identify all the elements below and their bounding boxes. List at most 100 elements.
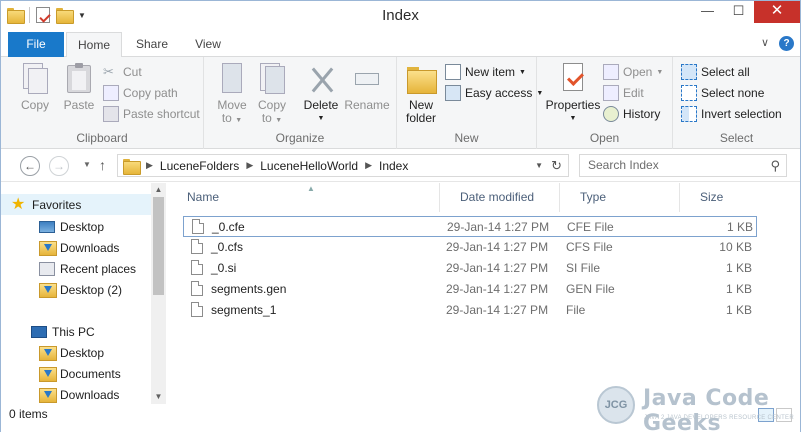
column-name-label: Name [187, 190, 220, 204]
file-type: File [566, 303, 586, 317]
open-dropdown-icon: ▼ [656, 68, 664, 76]
file-name-cell: _0.cfs [191, 239, 243, 254]
window-controls: — ☐ ✕ [692, 1, 800, 23]
refresh-icon[interactable]: ↻ [551, 158, 562, 174]
copy-label: Copy [20, 98, 49, 112]
group-organize: Move to ▼ Copy to ▼ Delete ▼ Rename Orga… [204, 57, 397, 149]
new-group-label: New [454, 131, 479, 145]
new-folder-button[interactable]: New folder [401, 63, 441, 125]
nav-item-favorites[interactable]: ★ Favorites [1, 194, 151, 215]
invert-selection-button[interactable]: Invert selection [681, 105, 782, 123]
forward-button[interactable]: → [49, 156, 69, 176]
address-bar[interactable]: ▶ LuceneFolders ▶ LuceneHelloWorld ▶ Ind… [117, 154, 569, 177]
easy-access-button[interactable]: Easy access ▼ [445, 84, 543, 102]
move-to-icon [216, 63, 248, 95]
computer-icon [31, 325, 47, 338]
nav-item-pc-downloads[interactable]: Downloads [1, 384, 151, 405]
new-item-button[interactable]: New item ▼ [445, 63, 526, 81]
search-input[interactable]: Search Index ⚲ [579, 154, 787, 177]
help-icon[interactable]: ? [779, 36, 794, 51]
copy-to-label-line2: to [261, 111, 272, 125]
file-size: 1 KB [725, 261, 752, 275]
chevron-right-icon[interactable]: ▶ [146, 160, 153, 171]
recent-places-icon [39, 261, 55, 276]
file-list: ▲ Name Date modified Type Size _0.cfe 29… [167, 183, 800, 404]
paste-shortcut-button[interactable]: Paste shortcut [103, 105, 200, 123]
tab-share[interactable]: Share [124, 32, 180, 57]
breadcrumb-index[interactable]: Index [379, 159, 408, 173]
nav-label-downloads: Downloads [60, 240, 120, 255]
open-button[interactable]: Open ▼ [603, 63, 663, 81]
select-none-icon [681, 85, 697, 101]
properties-check-icon [557, 63, 589, 95]
move-to-button[interactable]: Move to ▼ [212, 63, 252, 127]
scroll-up-icon[interactable]: ▲ [151, 185, 166, 194]
nav-item-pc-desktop[interactable]: Desktop [1, 342, 151, 363]
address-dropdown-icon[interactable]: ▼ [535, 161, 543, 170]
file-name: _0.si [211, 260, 237, 275]
history-button[interactable]: History [603, 105, 660, 123]
new-folder-big-icon [405, 63, 437, 95]
delete-button[interactable]: Delete ▼ [300, 63, 342, 125]
back-button[interactable]: ← [20, 156, 40, 176]
nav-item-recent-places[interactable]: Recent places [1, 258, 151, 279]
maximize-button[interactable]: ☐ [723, 1, 754, 23]
column-header-name[interactable]: ▲ Name [167, 183, 440, 212]
file-icon [191, 260, 203, 275]
title-bar: ▼ Index — ☐ ✕ [1, 1, 800, 32]
table-row[interactable]: _0.si 29-Jan-14 1:27 PM SI File 1 KB [183, 258, 757, 279]
rename-button[interactable]: Rename [342, 63, 392, 112]
nav-item-pc-documents[interactable]: Documents [1, 363, 151, 384]
paste-button[interactable]: Paste [57, 63, 101, 112]
column-header-date-modified[interactable]: Date modified [440, 183, 560, 212]
scrollbar-thumb[interactable] [153, 197, 164, 295]
file-size: 1 KB [726, 220, 753, 234]
nav-item-desktop[interactable]: Desktop [1, 216, 151, 237]
table-row[interactable]: segments.gen 29-Jan-14 1:27 PM GEN File … [183, 279, 757, 300]
chevron-right-icon[interactable]: ▶ [365, 160, 372, 171]
edit-button[interactable]: Edit [603, 84, 644, 102]
copy-path-button[interactable]: Copy path [103, 84, 178, 102]
search-icon[interactable]: ⚲ [770, 155, 780, 176]
nav-item-downloads[interactable]: Downloads [1, 237, 151, 258]
table-row[interactable]: _0.cfe 29-Jan-14 1:27 PM CFE File 1 KB [183, 216, 757, 237]
ribbon-right-controls: ∨ ? [761, 36, 794, 51]
watermark-tagline: JAVA 2 JAVA DEVELOPERS RESOURCE CENTER [644, 415, 794, 421]
recent-locations-icon[interactable]: ▼ [83, 160, 91, 169]
tab-file[interactable]: File [8, 32, 64, 57]
rename-label: Rename [344, 98, 390, 112]
select-none-button[interactable]: Select none [681, 84, 764, 102]
minimize-button[interactable]: — [692, 1, 723, 23]
item-count: 0 items [9, 407, 48, 421]
tab-view[interactable]: View [180, 32, 236, 57]
breadcrumb-lucenefolders[interactable]: LuceneFolders [160, 159, 239, 173]
tab-home[interactable]: Home [66, 32, 122, 58]
properties-button[interactable]: Properties ▼ [541, 63, 605, 125]
file-type: GEN File [566, 282, 615, 296]
column-header-size[interactable]: Size [680, 183, 760, 212]
copy-path-label: Copy path [123, 86, 178, 100]
nav-item-this-pc[interactable]: This PC [1, 321, 151, 342]
nav-item-desktop-2[interactable]: Desktop (2) [1, 279, 151, 300]
copy-to-button[interactable]: Copy to ▼ [252, 63, 292, 127]
select-all-button[interactable]: Select all [681, 63, 750, 81]
select-all-icon [681, 64, 697, 80]
delete-icon [305, 63, 337, 95]
up-arrow-icon[interactable]: ↑ [99, 157, 106, 173]
properties-label: Properties [545, 98, 601, 112]
file-name: _0.cfs [211, 239, 244, 254]
new-item-icon [445, 64, 461, 80]
close-button[interactable]: ✕ [754, 1, 800, 23]
scroll-down-icon[interactable]: ▼ [151, 392, 166, 401]
cut-button[interactable]: ✂ Cut [103, 63, 142, 81]
chevron-down-icon[interactable]: ∨ [761, 36, 769, 51]
chevron-right-icon[interactable]: ▶ [246, 160, 253, 171]
breadcrumb-lucenehelloworld[interactable]: LuceneHelloWorld [260, 159, 358, 173]
nav-pane-scrollbar[interactable]: ▲ ▼ [151, 183, 166, 404]
move-to-label-line2: to [221, 111, 232, 125]
table-row[interactable]: _0.cfs 29-Jan-14 1:27 PM CFS File 10 KB [183, 237, 757, 258]
table-row[interactable]: segments_1 29-Jan-14 1:27 PM File 1 KB [183, 300, 757, 321]
column-header-type[interactable]: Type [560, 183, 680, 212]
copy-button[interactable]: Copy [13, 63, 57, 112]
downloads-icon [39, 388, 57, 403]
